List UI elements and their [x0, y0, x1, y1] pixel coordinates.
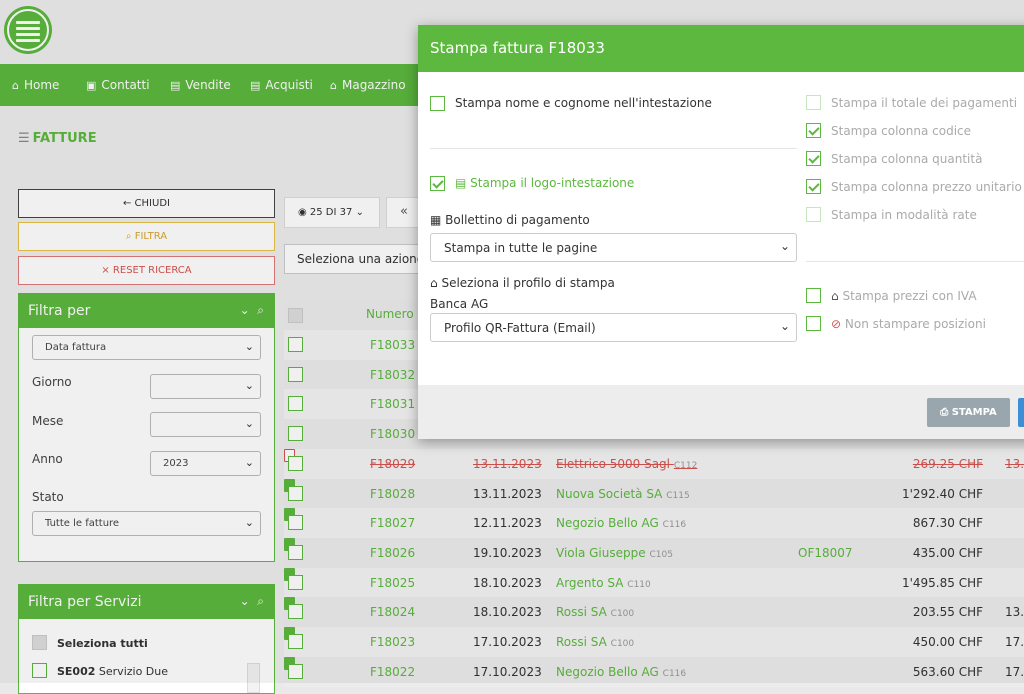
print-qty-column-label: Stampa colonna quantità [831, 152, 983, 166]
print-total-checkbox[interactable] [806, 95, 821, 110]
chevron-down-icon: ⌄ [779, 239, 790, 253]
print-name-label: Stampa nome e cognome nell'intestazione [455, 96, 712, 110]
printer-icon: ⎙ [940, 407, 952, 418]
document-icon: ▤ [455, 176, 467, 190]
divider [430, 148, 797, 149]
print-price-column-label: Stampa colonna prezzo unitario [831, 180, 1022, 194]
print-name-checkbox[interactable] [430, 96, 445, 111]
print-code-column-checkbox[interactable] [806, 123, 821, 138]
print-code-column-label: Stampa colonna codice [831, 124, 972, 138]
bollettino-label: ▦ Bollettino di pagamento [430, 213, 590, 227]
bank-icon: ⌂ [430, 276, 438, 290]
print-qty-column-checkbox[interactable] [806, 151, 821, 166]
ban-icon: ⊘ [831, 317, 842, 331]
tag-icon: ⌂ [831, 289, 839, 303]
print-profile-label: ⌂ Seleziona il profilo di stampa [430, 276, 615, 290]
print-vat-prices-checkbox[interactable] [806, 288, 821, 303]
bank-label: Banca AG [430, 297, 489, 311]
qr-code-icon: ▦ [430, 213, 442, 227]
print-installments-checkbox[interactable] [806, 207, 821, 222]
print-button[interactable]: ⎙ STAMPA [927, 398, 1010, 427]
print-total-label: Stampa il totale dei pagamenti [831, 96, 1018, 110]
dialog-title: Stampa fattura F18033 [418, 25, 1024, 72]
no-positions-checkbox[interactable] [806, 316, 821, 331]
divider [806, 261, 1024, 262]
print-logo-checkbox[interactable] [430, 176, 445, 191]
print-vat-prices-label: ⌂ Stampa prezzi con IVA [831, 289, 977, 303]
no-positions-label: ⊘ Non stampare posizioni [831, 317, 986, 331]
print-logo-label: ▤ Stampa il logo-intestazione [455, 176, 635, 190]
bollettino-select[interactable]: Stampa in tutte le pagine ⌄ [430, 233, 797, 262]
chevron-down-icon: ⌄ [779, 319, 790, 333]
confirm-button[interactable] [1018, 398, 1024, 427]
print-invoice-dialog: Stampa fattura F18033 Stampa nome e cogn… [418, 25, 1024, 439]
print-price-column-checkbox[interactable] [806, 179, 821, 194]
print-profile-select[interactable]: Profilo QR-Fattura (Email) ⌄ [430, 313, 797, 342]
print-installments-label: Stampa in modalità rate [831, 208, 977, 222]
